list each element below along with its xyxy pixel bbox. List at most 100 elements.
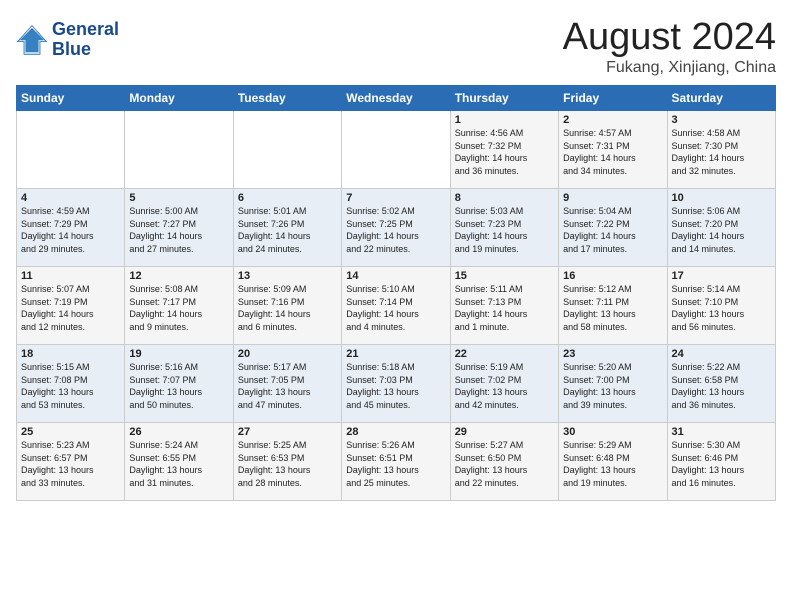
day-number: 26 (129, 426, 228, 438)
month-title: August 2024 (563, 16, 776, 59)
page: General Blue August 2024 Fukang, Xinjian… (0, 0, 792, 612)
col-saturday: Saturday (667, 86, 775, 111)
calendar-cell: 5Sunrise: 5:00 AM Sunset: 7:27 PM Daylig… (125, 189, 233, 267)
calendar-cell: 18Sunrise: 5:15 AM Sunset: 7:08 PM Dayli… (17, 345, 125, 423)
day-number: 15 (455, 270, 554, 282)
week-row-3: 11Sunrise: 5:07 AM Sunset: 7:19 PM Dayli… (17, 267, 776, 345)
logo-line2: Blue (52, 40, 119, 60)
day-number: 30 (563, 426, 662, 438)
calendar-cell: 11Sunrise: 5:07 AM Sunset: 7:19 PM Dayli… (17, 267, 125, 345)
calendar-table: Sunday Monday Tuesday Wednesday Thursday… (16, 85, 776, 501)
logo-text: General Blue (52, 20, 119, 60)
calendar-cell: 14Sunrise: 5:10 AM Sunset: 7:14 PM Dayli… (342, 267, 450, 345)
day-info: Sunrise: 5:27 AM Sunset: 6:50 PM Dayligh… (455, 439, 554, 489)
day-number: 4 (21, 192, 120, 204)
day-number: 6 (238, 192, 337, 204)
calendar-cell: 23Sunrise: 5:20 AM Sunset: 7:00 PM Dayli… (559, 345, 667, 423)
day-info: Sunrise: 5:11 AM Sunset: 7:13 PM Dayligh… (455, 283, 554, 333)
day-number: 20 (238, 348, 337, 360)
day-info: Sunrise: 4:56 AM Sunset: 7:32 PM Dayligh… (455, 127, 554, 177)
day-info: Sunrise: 5:08 AM Sunset: 7:17 PM Dayligh… (129, 283, 228, 333)
day-number: 21 (346, 348, 445, 360)
day-info: Sunrise: 5:25 AM Sunset: 6:53 PM Dayligh… (238, 439, 337, 489)
day-info: Sunrise: 5:06 AM Sunset: 7:20 PM Dayligh… (672, 205, 771, 255)
calendar-cell: 12Sunrise: 5:08 AM Sunset: 7:17 PM Dayli… (125, 267, 233, 345)
day-info: Sunrise: 5:09 AM Sunset: 7:16 PM Dayligh… (238, 283, 337, 333)
week-row-5: 25Sunrise: 5:23 AM Sunset: 6:57 PM Dayli… (17, 423, 776, 501)
location-title: Fukang, Xinjiang, China (563, 59, 776, 77)
day-number: 8 (455, 192, 554, 204)
day-info: Sunrise: 4:59 AM Sunset: 7:29 PM Dayligh… (21, 205, 120, 255)
day-info: Sunrise: 5:26 AM Sunset: 6:51 PM Dayligh… (346, 439, 445, 489)
day-info: Sunrise: 5:00 AM Sunset: 7:27 PM Dayligh… (129, 205, 228, 255)
day-number: 19 (129, 348, 228, 360)
col-wednesday: Wednesday (342, 86, 450, 111)
day-info: Sunrise: 5:14 AM Sunset: 7:10 PM Dayligh… (672, 283, 771, 333)
calendar-cell (233, 111, 341, 189)
day-info: Sunrise: 5:12 AM Sunset: 7:11 PM Dayligh… (563, 283, 662, 333)
day-number: 1 (455, 114, 554, 126)
day-info: Sunrise: 5:22 AM Sunset: 6:58 PM Dayligh… (672, 361, 771, 411)
calendar-cell: 10Sunrise: 5:06 AM Sunset: 7:20 PM Dayli… (667, 189, 775, 267)
calendar-cell: 25Sunrise: 5:23 AM Sunset: 6:57 PM Dayli… (17, 423, 125, 501)
day-number: 29 (455, 426, 554, 438)
calendar-cell: 6Sunrise: 5:01 AM Sunset: 7:26 PM Daylig… (233, 189, 341, 267)
day-info: Sunrise: 5:29 AM Sunset: 6:48 PM Dayligh… (563, 439, 662, 489)
calendar-cell: 22Sunrise: 5:19 AM Sunset: 7:02 PM Dayli… (450, 345, 558, 423)
calendar-cell: 7Sunrise: 5:02 AM Sunset: 7:25 PM Daylig… (342, 189, 450, 267)
calendar-cell: 21Sunrise: 5:18 AM Sunset: 7:03 PM Dayli… (342, 345, 450, 423)
day-number: 18 (21, 348, 120, 360)
day-info: Sunrise: 5:01 AM Sunset: 7:26 PM Dayligh… (238, 205, 337, 255)
day-info: Sunrise: 4:57 AM Sunset: 7:31 PM Dayligh… (563, 127, 662, 177)
day-info: Sunrise: 5:03 AM Sunset: 7:23 PM Dayligh… (455, 205, 554, 255)
week-row-2: 4Sunrise: 4:59 AM Sunset: 7:29 PM Daylig… (17, 189, 776, 267)
calendar-cell: 9Sunrise: 5:04 AM Sunset: 7:22 PM Daylig… (559, 189, 667, 267)
day-number: 14 (346, 270, 445, 282)
day-info: Sunrise: 5:16 AM Sunset: 7:07 PM Dayligh… (129, 361, 228, 411)
col-friday: Friday (559, 86, 667, 111)
calendar-cell: 28Sunrise: 5:26 AM Sunset: 6:51 PM Dayli… (342, 423, 450, 501)
calendar-cell: 24Sunrise: 5:22 AM Sunset: 6:58 PM Dayli… (667, 345, 775, 423)
day-info: Sunrise: 5:17 AM Sunset: 7:05 PM Dayligh… (238, 361, 337, 411)
calendar-cell: 2Sunrise: 4:57 AM Sunset: 7:31 PM Daylig… (559, 111, 667, 189)
day-number: 25 (21, 426, 120, 438)
day-info: Sunrise: 5:10 AM Sunset: 7:14 PM Dayligh… (346, 283, 445, 333)
day-info: Sunrise: 5:30 AM Sunset: 6:46 PM Dayligh… (672, 439, 771, 489)
day-number: 31 (672, 426, 771, 438)
col-tuesday: Tuesday (233, 86, 341, 111)
col-sunday: Sunday (17, 86, 125, 111)
calendar-cell: 30Sunrise: 5:29 AM Sunset: 6:48 PM Dayli… (559, 423, 667, 501)
calendar-cell (125, 111, 233, 189)
calendar-cell: 17Sunrise: 5:14 AM Sunset: 7:10 PM Dayli… (667, 267, 775, 345)
col-monday: Monday (125, 86, 233, 111)
day-number: 27 (238, 426, 337, 438)
day-number: 11 (21, 270, 120, 282)
logo: General Blue (16, 20, 119, 60)
day-number: 28 (346, 426, 445, 438)
day-info: Sunrise: 5:19 AM Sunset: 7:02 PM Dayligh… (455, 361, 554, 411)
col-thursday: Thursday (450, 86, 558, 111)
logo-line1: General (52, 20, 119, 40)
calendar-cell: 3Sunrise: 4:58 AM Sunset: 7:30 PM Daylig… (667, 111, 775, 189)
day-info: Sunrise: 4:58 AM Sunset: 7:30 PM Dayligh… (672, 127, 771, 177)
day-number: 22 (455, 348, 554, 360)
day-number: 12 (129, 270, 228, 282)
header-row: Sunday Monday Tuesday Wednesday Thursday… (17, 86, 776, 111)
day-info: Sunrise: 5:20 AM Sunset: 7:00 PM Dayligh… (563, 361, 662, 411)
header: General Blue August 2024 Fukang, Xinjian… (16, 16, 776, 77)
calendar-cell: 31Sunrise: 5:30 AM Sunset: 6:46 PM Dayli… (667, 423, 775, 501)
day-number: 2 (563, 114, 662, 126)
calendar-cell: 15Sunrise: 5:11 AM Sunset: 7:13 PM Dayli… (450, 267, 558, 345)
calendar-cell: 13Sunrise: 5:09 AM Sunset: 7:16 PM Dayli… (233, 267, 341, 345)
calendar-cell: 27Sunrise: 5:25 AM Sunset: 6:53 PM Dayli… (233, 423, 341, 501)
day-info: Sunrise: 5:02 AM Sunset: 7:25 PM Dayligh… (346, 205, 445, 255)
logo-icon (16, 24, 48, 56)
calendar-cell: 4Sunrise: 4:59 AM Sunset: 7:29 PM Daylig… (17, 189, 125, 267)
day-info: Sunrise: 5:04 AM Sunset: 7:22 PM Dayligh… (563, 205, 662, 255)
calendar-cell: 20Sunrise: 5:17 AM Sunset: 7:05 PM Dayli… (233, 345, 341, 423)
calendar-cell (17, 111, 125, 189)
title-block: August 2024 Fukang, Xinjiang, China (563, 16, 776, 77)
day-info: Sunrise: 5:07 AM Sunset: 7:19 PM Dayligh… (21, 283, 120, 333)
calendar-cell: 19Sunrise: 5:16 AM Sunset: 7:07 PM Dayli… (125, 345, 233, 423)
week-row-4: 18Sunrise: 5:15 AM Sunset: 7:08 PM Dayli… (17, 345, 776, 423)
